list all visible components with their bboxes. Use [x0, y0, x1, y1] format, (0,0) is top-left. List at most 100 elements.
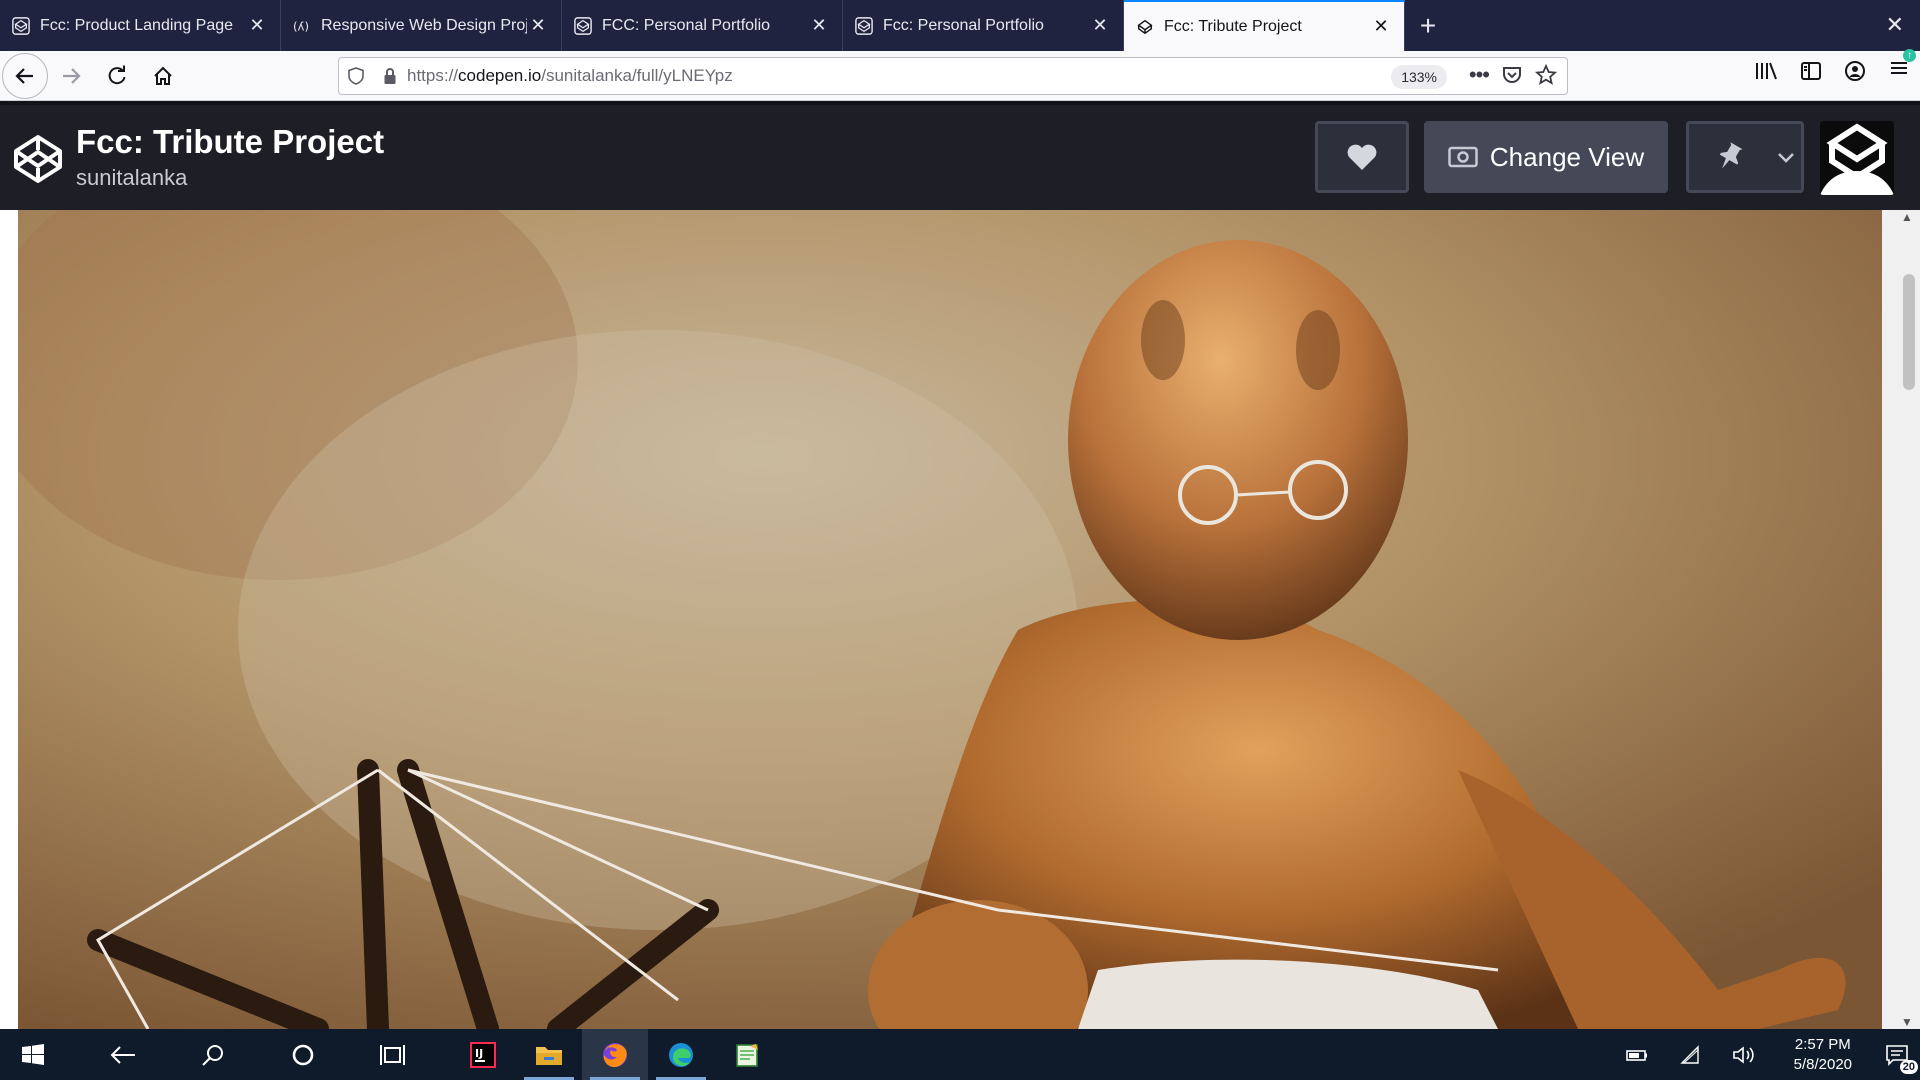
- app-menu-button[interactable]: ↑: [1888, 49, 1916, 84]
- reload-button[interactable]: [94, 56, 140, 96]
- arrow-left-icon: [15, 67, 33, 84]
- pin-icon: [1719, 142, 1743, 169]
- edge-icon: [669, 1042, 693, 1067]
- home-button[interactable]: [140, 56, 186, 96]
- bookmark-star-icon[interactable]: [1535, 64, 1557, 86]
- codepen-icon: [574, 16, 592, 35]
- codepen-logo-icon[interactable]: [12, 133, 64, 185]
- svg-text:IJ: IJ: [475, 1047, 483, 1060]
- tribute-image: [18, 210, 1882, 1029]
- task-view-button[interactable]: [360, 1029, 426, 1080]
- tab-label: Fcc: Product Landing Page: [40, 16, 234, 34]
- tab-personal-portfolio[interactable]: Fcc: Personal Portfolio ✕: [843, 0, 1124, 51]
- notepad-app-button[interactable]: [714, 1029, 780, 1080]
- account-icon[interactable]: [1844, 60, 1866, 82]
- notification-count-badge: 20: [1899, 1060, 1918, 1074]
- update-badge-icon: ↑: [1903, 49, 1916, 62]
- pen-owner-link[interactable]: sunitalanka: [76, 165, 187, 191]
- codepen-icon: [12, 16, 30, 35]
- scroll-down-arrow-icon[interactable]: ▼: [1901, 1015, 1913, 1029]
- wifi-icon[interactable]: [1678, 1044, 1704, 1065]
- tab-responsive-web-design[interactable]: (ʎ) Responsive Web Design Proje ✕: [281, 0, 562, 51]
- edge-button[interactable]: [648, 1029, 714, 1080]
- close-tab-icon[interactable]: ✕: [808, 15, 830, 37]
- like-button[interactable]: [1315, 121, 1409, 193]
- tab-label: Responsive Web Design Proje: [321, 16, 527, 34]
- codepen-icon: [855, 16, 873, 35]
- codepen-icon: [1137, 19, 1153, 34]
- tab-product-landing-page[interactable]: Fcc: Product Landing Page ✕: [0, 0, 281, 51]
- reload-icon: [108, 65, 126, 84]
- start-button[interactable]: [0, 1029, 66, 1080]
- codepen-header: Fcc: Tribute Project sunitalanka Change …: [0, 101, 1920, 210]
- clock-date: 5/8/2020: [1793, 1055, 1852, 1073]
- system-clock[interactable]: 2:57 PM 5/8/2020: [1794, 1035, 1852, 1075]
- pen-title: Fcc: Tribute Project: [76, 123, 385, 160]
- arrow-left-icon: [110, 1045, 135, 1064]
- close-tab-icon[interactable]: ✕: [1089, 15, 1111, 37]
- volume-icon[interactable]: [1732, 1045, 1758, 1065]
- browser-tab-strip: Fcc: Product Landing Page ✕ (ʎ) Responsi…: [0, 0, 1920, 51]
- lock-icon[interactable]: [373, 67, 407, 85]
- windows-taskbar: IJ 2:57 PM 5/8/2020 20: [0, 1029, 1920, 1080]
- url-path: /sunitalanka/full/yLNEYpz: [541, 66, 733, 85]
- forward-button[interactable]: [48, 56, 94, 96]
- scroll-up-arrow-icon[interactable]: ▲: [1901, 210, 1913, 224]
- notepad-icon: [736, 1043, 758, 1067]
- taskbar-back-button[interactable]: [90, 1029, 156, 1080]
- tab-tribute-project[interactable]: Fcc: Tribute Project ✕: [1124, 0, 1405, 51]
- close-tab-icon[interactable]: ✕: [1370, 16, 1392, 38]
- firefox-icon: [603, 1042, 627, 1067]
- home-icon: [154, 66, 172, 85]
- search-icon: [202, 1044, 223, 1066]
- page-scrollbar[interactable]: ▲ ▼: [1882, 210, 1920, 1029]
- arrow-right-icon: [63, 67, 81, 84]
- cortana-button[interactable]: [270, 1029, 336, 1080]
- clock-time: 2:57 PM: [1794, 1035, 1851, 1053]
- window-close-icon[interactable]: ✕: [1886, 12, 1904, 38]
- new-tab-button[interactable]: +: [1405, 0, 1451, 51]
- pin-dropdown-button[interactable]: [1770, 121, 1804, 193]
- back-button[interactable]: [2, 52, 48, 99]
- folder-icon: [536, 1046, 562, 1065]
- heart-icon: [1347, 144, 1377, 170]
- url-text[interactable]: https://codepen.io/sunitalanka/full/yLNE…: [407, 66, 733, 86]
- tab-fcc-personal-portfolio[interactable]: FCC: Personal Portfolio ✕: [562, 0, 843, 51]
- page-actions-menu-icon[interactable]: •••: [1469, 64, 1490, 86]
- tab-label: FCC: Personal Portfolio: [602, 16, 771, 34]
- scrollbar-thumb[interactable]: [1903, 274, 1915, 390]
- jetbrains-app-button[interactable]: IJ: [450, 1029, 516, 1080]
- eye-icon: [1448, 146, 1478, 168]
- tracking-shield-icon[interactable]: [339, 67, 373, 85]
- library-icon[interactable]: [1754, 60, 1778, 82]
- svg-text:(ʎ): (ʎ): [293, 19, 309, 33]
- chevron-down-icon: [1777, 153, 1794, 163]
- codepen-avatar-icon: [1820, 123, 1894, 195]
- freecodecamp-icon: (ʎ): [293, 19, 309, 33]
- user-avatar[interactable]: [1820, 121, 1894, 195]
- tab-label: Fcc: Tribute Project: [1164, 17, 1302, 35]
- close-tab-icon[interactable]: ✕: [527, 15, 549, 37]
- change-view-label: Change View: [1489, 141, 1645, 172]
- firefox-button[interactable]: [582, 1029, 648, 1080]
- close-tab-icon[interactable]: ✕: [246, 15, 268, 37]
- search-button[interactable]: [180, 1029, 246, 1080]
- change-view-button[interactable]: Change View: [1424, 121, 1668, 193]
- intellij-icon: IJ: [470, 1041, 496, 1068]
- tab-label: Fcc: Personal Portfolio: [883, 16, 1044, 34]
- windows-logo-icon: [22, 1043, 44, 1065]
- system-tray: 2:57 PM 5/8/2020 20: [1610, 1029, 1920, 1080]
- zoom-level-button[interactable]: 133%: [1391, 65, 1447, 89]
- pocket-icon[interactable]: [1501, 64, 1523, 86]
- task-view-icon: [380, 1044, 405, 1065]
- cortana-icon: [292, 1044, 314, 1065]
- url-scheme: https://: [407, 66, 459, 85]
- battery-icon[interactable]: [1624, 1045, 1650, 1065]
- file-explorer-button[interactable]: [516, 1029, 582, 1080]
- address-bar[interactable]: https://codepen.io/sunitalanka/full/yLNE…: [338, 57, 1568, 95]
- action-center-button[interactable]: 20: [1874, 1029, 1920, 1080]
- browser-navigation-bar: https://codepen.io/sunitalanka/full/yLNE…: [0, 49, 1920, 101]
- pin-button[interactable]: [1686, 121, 1770, 193]
- page-viewport: ▲ ▼: [0, 210, 1920, 1029]
- sidebar-icon[interactable]: [1800, 60, 1822, 82]
